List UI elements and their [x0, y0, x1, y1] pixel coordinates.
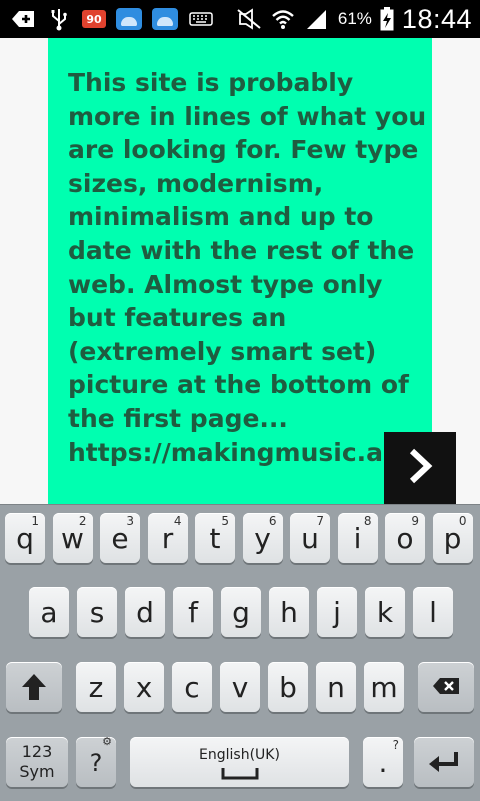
key-z[interactable]: z: [76, 662, 116, 712]
key-label: a: [40, 596, 58, 629]
key-label: m: [370, 671, 398, 704]
key-q[interactable]: 1q: [5, 513, 45, 563]
key-label: p: [443, 522, 462, 555]
keyboard-icon: [188, 8, 214, 30]
shift-key[interactable]: [6, 662, 62, 712]
symbols-key-label-top: 123: [21, 742, 53, 761]
key-p[interactable]: 0p: [432, 513, 473, 563]
notification-badge: 90: [82, 10, 106, 28]
key-r[interactable]: 4r: [147, 513, 188, 563]
status-bar: 90 61% 18:44: [0, 0, 480, 38]
app-notification-icon: [116, 8, 142, 30]
key-t[interactable]: 5t: [195, 513, 235, 563]
key-label: q: [16, 522, 34, 555]
key-s[interactable]: s: [77, 587, 117, 637]
key-c[interactable]: c: [172, 662, 212, 712]
next-button[interactable]: [384, 432, 456, 504]
add-icon: [10, 8, 36, 30]
key-i[interactable]: 8i: [337, 513, 378, 563]
enter-key[interactable]: [414, 737, 474, 787]
key-k[interactable]: k: [365, 587, 405, 637]
symbols-key[interactable]: 123 Sym: [6, 737, 68, 787]
key-label: g: [232, 596, 250, 629]
key-label: z: [88, 671, 104, 704]
key-f[interactable]: f: [173, 587, 213, 637]
clock: 18:44: [401, 3, 472, 34]
key-d[interactable]: d: [125, 587, 165, 637]
backspace-key[interactable]: [418, 662, 474, 712]
key-label: j: [333, 596, 341, 629]
key-label: x: [135, 671, 153, 704]
wifi-icon: [270, 8, 296, 30]
battery-charging-icon: [380, 7, 394, 31]
app-notification-icon: [152, 8, 178, 30]
key-label: l: [429, 596, 437, 629]
key-label: u: [301, 522, 319, 555]
key-label: i: [353, 522, 362, 555]
on-screen-keyboard: 1q2w3e4r5t6y7u8i9o0p asd f gh j k l zxcvbnm 1…: [0, 504, 480, 801]
key-label: k: [376, 596, 394, 629]
space-key-label: English(UK): [199, 747, 280, 763]
shift-icon: [21, 673, 47, 705]
key-y[interactable]: 6y: [242, 513, 283, 563]
key-v[interactable]: v: [220, 662, 260, 712]
key-label: e: [111, 522, 129, 555]
key-label: f: [188, 596, 198, 629]
web-page[interactable]: This site is probably more in lines of w…: [0, 38, 480, 504]
key-l[interactable]: l: [413, 587, 453, 637]
key-g[interactable]: g: [221, 587, 261, 637]
key-label: c: [184, 671, 200, 704]
key-u[interactable]: 7u: [290, 513, 330, 563]
key-e[interactable]: 3e: [100, 513, 140, 563]
key-label: h: [280, 596, 298, 629]
space-icon: [221, 765, 259, 784]
key-label: v: [231, 671, 249, 704]
space-key[interactable]: English(UK): [130, 737, 349, 787]
key-m[interactable]: m: [364, 662, 404, 712]
key-x[interactable]: x: [124, 662, 164, 712]
key-w[interactable]: 2w: [52, 513, 93, 563]
signal-icon: [304, 8, 330, 30]
backspace-icon: [432, 677, 460, 699]
key-label: t: [209, 522, 221, 555]
key-label: s: [89, 596, 105, 629]
key-label: r: [161, 522, 174, 555]
usb-icon: [46, 8, 72, 31]
key-b[interactable]: b: [268, 662, 308, 712]
battery-percent: 61%: [337, 9, 372, 28]
status-bar-notifications: 90: [10, 4, 214, 34]
enter-icon: [428, 750, 460, 778]
key-label: w: [61, 522, 84, 555]
question-key-label: ?: [89, 749, 103, 777]
key-j[interactable]: j: [317, 587, 357, 637]
key-h[interactable]: h: [269, 587, 309, 637]
symbols-key-label-bottom: Sym: [19, 762, 55, 781]
period-key-label: .: [378, 746, 388, 779]
period-key[interactable]: ? .: [363, 737, 403, 787]
key-o[interactable]: 9o: [385, 513, 425, 563]
key-a[interactable]: a: [29, 587, 69, 637]
key-label: o: [396, 522, 414, 555]
mute-icon: [236, 8, 262, 30]
key-label: d: [136, 596, 154, 629]
status-bar-system: 61% 18:44: [236, 0, 472, 38]
chevron-right-icon: [405, 446, 435, 490]
key-n[interactable]: n: [316, 662, 356, 712]
key-label: n: [327, 671, 345, 704]
key-label: b: [279, 671, 297, 704]
key-label: y: [254, 522, 271, 555]
post-text: This site is probably more in lines of w…: [68, 68, 428, 467]
question-key[interactable]: ⚙ ?: [76, 735, 116, 787]
